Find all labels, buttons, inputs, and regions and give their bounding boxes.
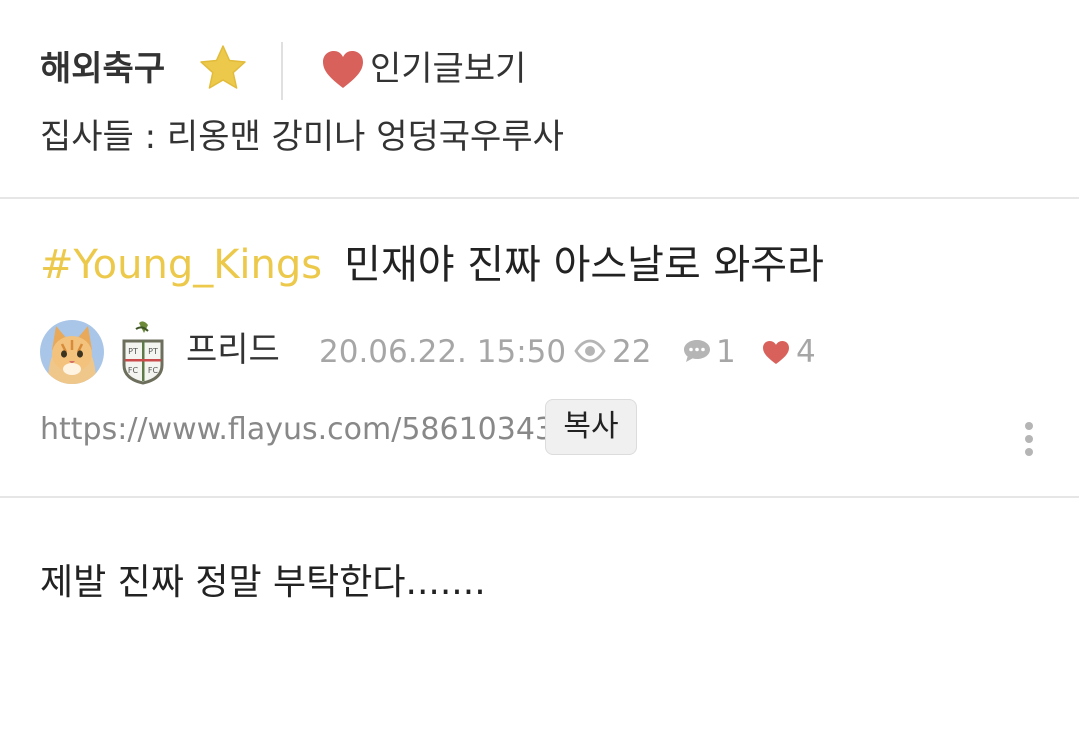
post-date: 20.06.22. 15:50 — [319, 334, 567, 370]
svg-text:PT: PT — [128, 347, 138, 356]
comment-count: 1 — [716, 334, 736, 370]
popular-posts-label: 인기글보기 — [370, 49, 527, 89]
post-url[interactable]: https://www.flayus.com/58610343 — [40, 408, 554, 452]
post-title-text: 민재야 진짜 아스날로 와주라 — [344, 242, 824, 288]
post-tag[interactable]: #Young_Kings — [40, 242, 322, 288]
header-divider — [281, 42, 283, 100]
heart-icon — [323, 51, 363, 88]
post-body: 제발 진짜 정말 부탁한다....... — [40, 562, 486, 603]
heart-icon — [763, 341, 789, 364]
svg-text:FC: FC — [128, 366, 139, 375]
level-badge-icon: PT PT FC FC — [122, 321, 164, 385]
post-title: #Young_Kings 민재야 진짜 아스날로 와주라 — [40, 235, 824, 295]
post-header: #Young_Kings 민재야 진짜 아스날로 와주라 PT PT FC FC … — [0, 199, 1079, 498]
copy-url-button[interactable]: 복사 — [545, 399, 637, 455]
board-managers: 집사들 : 리옹맨 강미나 엉덩국우루사 — [40, 117, 564, 157]
svg-text:FC: FC — [148, 366, 159, 375]
author-name[interactable]: 프리드 — [186, 325, 280, 375]
board-title[interactable]: 해외축구 — [40, 44, 165, 94]
board-header: 해외축구 인기글보기 집사들 : 리옹맨 강미나 엉덩국우루사 — [0, 0, 1079, 199]
star-icon[interactable] — [198, 44, 248, 92]
more-vertical-icon[interactable] — [1018, 421, 1040, 457]
comment-icon — [684, 340, 710, 362]
eye-icon — [574, 339, 606, 363]
popular-posts-link[interactable]: 인기글보기 — [320, 44, 526, 94]
like-count: 4 — [796, 334, 816, 370]
avatar[interactable] — [40, 320, 104, 384]
svg-text:PT: PT — [148, 347, 158, 356]
view-count: 22 — [612, 334, 652, 370]
